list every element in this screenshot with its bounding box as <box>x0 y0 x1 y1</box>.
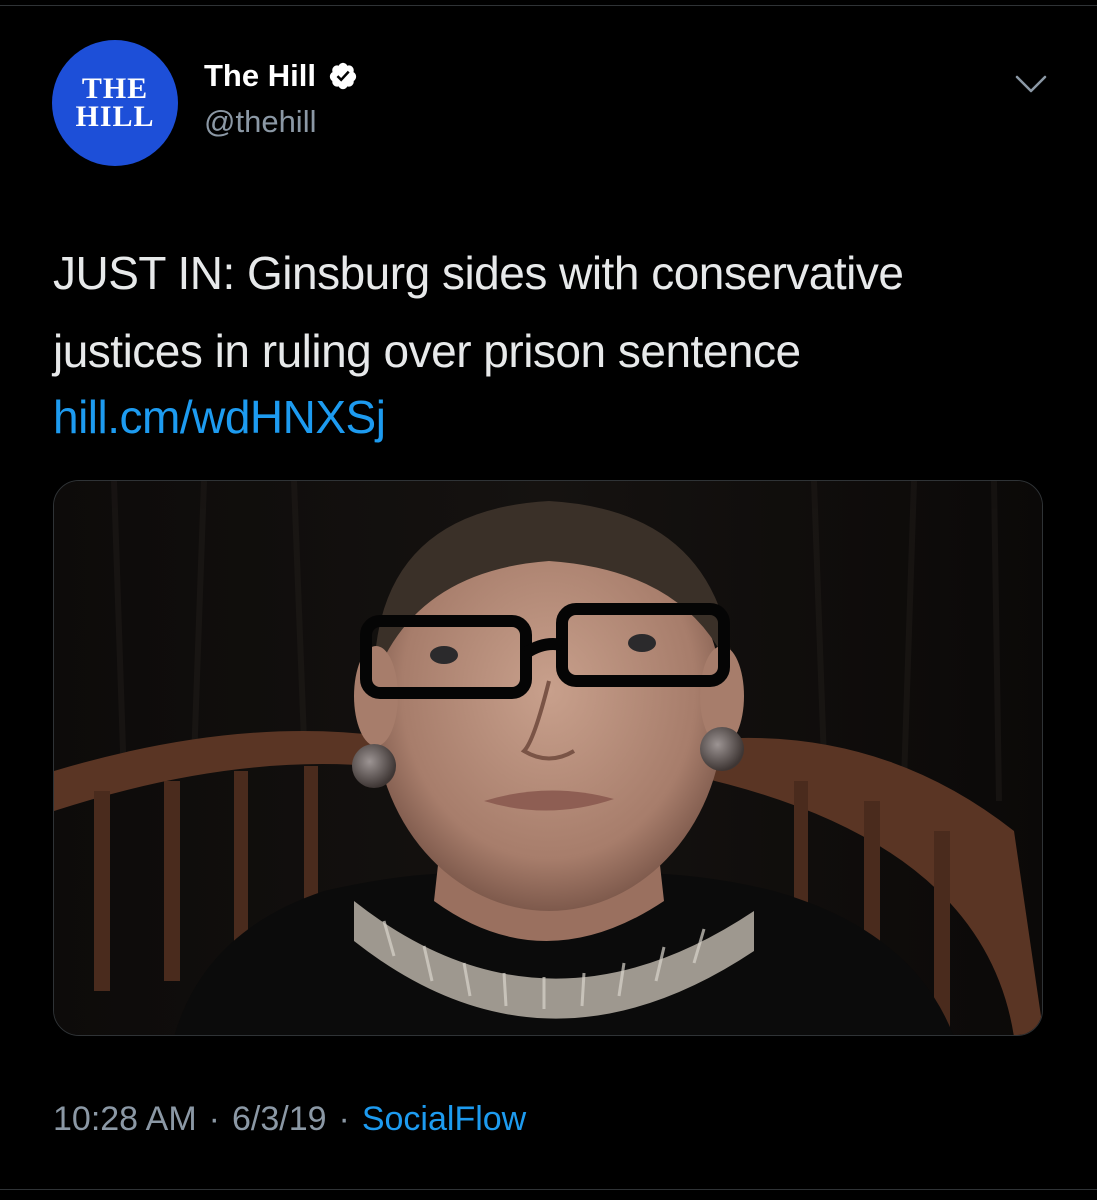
avatar-text-line2: HILL <box>75 100 155 133</box>
tweet-time[interactable]: 10:28 AM <box>53 1100 197 1139</box>
tweet-link[interactable]: hill.cm/wdHNXSj <box>53 378 386 456</box>
author-display-name: The Hill <box>204 58 316 93</box>
tweet-meta: 10:28 AM · 6/3/19 · SocialFlow <box>53 1100 526 1139</box>
tweet-source[interactable]: SocialFlow <box>362 1100 526 1139</box>
avatar[interactable]: THE HILL <box>52 40 178 166</box>
tweet-date[interactable]: 6/3/19 <box>232 1100 327 1139</box>
tweet-text: JUST IN: Ginsburg sides with conservativ… <box>53 247 904 377</box>
author-name[interactable]: The Hill <box>204 58 358 94</box>
bottom-divider <box>0 1189 1097 1190</box>
portrait-image <box>54 481 1042 1035</box>
author-handle[interactable]: @thehill <box>204 104 316 140</box>
meta-separator-2: · <box>338 1100 350 1138</box>
verified-badge-icon <box>329 62 357 90</box>
tweet-photo[interactable] <box>53 480 1043 1036</box>
meta-separator-1: · <box>208 1100 220 1138</box>
avatar-text-line1: THE <box>81 72 149 105</box>
top-divider <box>0 5 1097 6</box>
chevron-down-icon[interactable] <box>1014 72 1048 96</box>
